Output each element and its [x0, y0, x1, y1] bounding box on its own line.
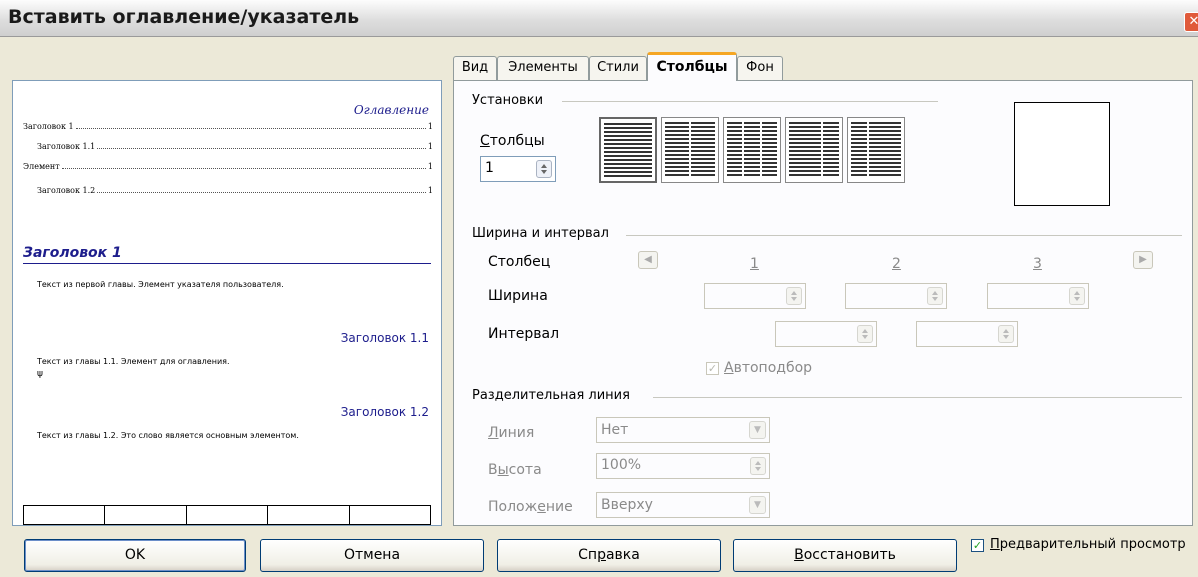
tab-styles[interactable]: Стили [589, 56, 647, 80]
preview-heading-1: Заголовок 1 [23, 245, 431, 264]
section-divider [626, 235, 1182, 236]
preview-paragraph: Текст из главы 1.2. Это слово является о… [37, 431, 299, 440]
position-label: Положение [488, 499, 573, 515]
line-style-select[interactable]: Нет ▼ [596, 417, 770, 443]
preview-toc-entry: Заголовок 11 [23, 122, 433, 131]
check-icon: ✓ [707, 362, 718, 375]
stepper-arrows-icon[interactable] [536, 160, 552, 178]
stepper-arrows-icon [750, 457, 766, 475]
ok-button[interactable]: OK [24, 539, 246, 572]
width-spacing-section-label: Ширина и интервал [472, 226, 609, 241]
preview-checkbox-label: Предварительный просмотр [990, 537, 1186, 552]
column-label: Столбец [488, 254, 551, 270]
layout-two-columns-button[interactable] [661, 117, 719, 183]
title-bar: Вставить оглавление/указатель ✕ [0, 0, 1198, 37]
help-button[interactable]: Справка [497, 539, 721, 572]
stepper-arrows-icon [857, 325, 873, 343]
chevron-down-icon: ▼ [749, 421, 766, 439]
height-field[interactable]: 100% [596, 453, 770, 479]
column-1-width-field[interactable] [704, 283, 806, 309]
reset-button[interactable]: Восстановить [733, 539, 957, 572]
stepper-arrows-icon [998, 325, 1014, 343]
column-number-3: 3 [1033, 256, 1042, 272]
preview-toc-entry: Заголовок 1.1 1 [37, 142, 433, 151]
preview-marker: ψ [37, 369, 43, 379]
arrow-left-icon: ◀ [644, 254, 652, 265]
section-divider [653, 397, 1182, 398]
autofit-label: Автоподбор [724, 360, 813, 376]
width-label: Ширина [488, 288, 548, 304]
preview-heading-1-1: Заголовок 1.1 [340, 331, 429, 345]
tab-view[interactable]: Вид [453, 56, 497, 80]
position-select[interactable]: Вверху ▼ [596, 492, 770, 518]
chevron-down-icon: ▼ [749, 496, 766, 514]
height-label: Высота [488, 462, 542, 478]
preview-paragraph: Текст из главы 1.1. Элемент для оглавлен… [37, 357, 230, 366]
preview-toc-entry: Элемент 1 [23, 162, 433, 171]
spacing-label: Интервал [488, 326, 560, 342]
arrow-right-icon: ▶ [1139, 254, 1147, 265]
cancel-button[interactable]: Отмена [260, 539, 484, 572]
line-label: Линия [488, 425, 535, 441]
layout-right-wide-button[interactable] [847, 117, 905, 183]
column-2-width-field[interactable] [845, 283, 947, 309]
dialog-title: Вставить оглавление/указатель [8, 6, 360, 28]
column-number-1: 1 [750, 256, 759, 272]
stepper-arrows-icon [927, 287, 943, 305]
columns-stepper[interactable]: 1 [480, 156, 556, 182]
stepper-arrows-icon [1069, 287, 1085, 305]
preview-toc-entry: Заголовок 1.2 1 [37, 186, 433, 195]
spacing-2-field[interactable] [916, 321, 1018, 347]
columns-label: Столбцы [480, 133, 545, 149]
preview-checkbox[interactable]: ✓ [971, 539, 984, 552]
column-layout-preview [1014, 102, 1110, 206]
layout-three-columns-button[interactable] [723, 117, 781, 183]
close-icon: ✕ [1188, 14, 1198, 29]
preview-paragraph: Текст из первой главы. Элемент указателя… [37, 280, 284, 289]
next-column-button[interactable]: ▶ [1133, 251, 1153, 269]
prev-column-button[interactable]: ◀ [638, 251, 658, 269]
preview-column-grid [23, 505, 431, 525]
separator-section-label: Разделительная линия [472, 388, 630, 403]
spacing-1-field[interactable] [775, 321, 877, 347]
autofit-checkbox[interactable]: ✓ [706, 362, 719, 375]
tab-columns[interactable]: Столбцы [647, 52, 737, 81]
tab-background[interactable]: Фон [737, 56, 783, 80]
section-divider [562, 101, 938, 102]
layout-left-wide-button[interactable] [785, 117, 843, 183]
check-icon: ✓ [972, 539, 983, 552]
close-button[interactable]: ✕ [1184, 12, 1198, 32]
preview-heading-1-2: Заголовок 1.2 [340, 405, 429, 419]
insert-index-dialog: Вставить оглавление/указатель ✕ Оглавлен… [0, 0, 1198, 577]
tab-entries[interactable]: Элементы [497, 56, 589, 80]
preview-toc-title: Оглавление [353, 103, 429, 117]
column-3-width-field[interactable] [987, 283, 1089, 309]
document-preview: Оглавление Заголовок 11 Заголовок 1.1 1 Э… [12, 80, 442, 526]
column-number-2: 2 [892, 256, 901, 272]
layout-one-column-button[interactable] [599, 117, 657, 183]
settings-section-label: Установки [472, 93, 544, 108]
stepper-arrows-icon [786, 287, 802, 305]
